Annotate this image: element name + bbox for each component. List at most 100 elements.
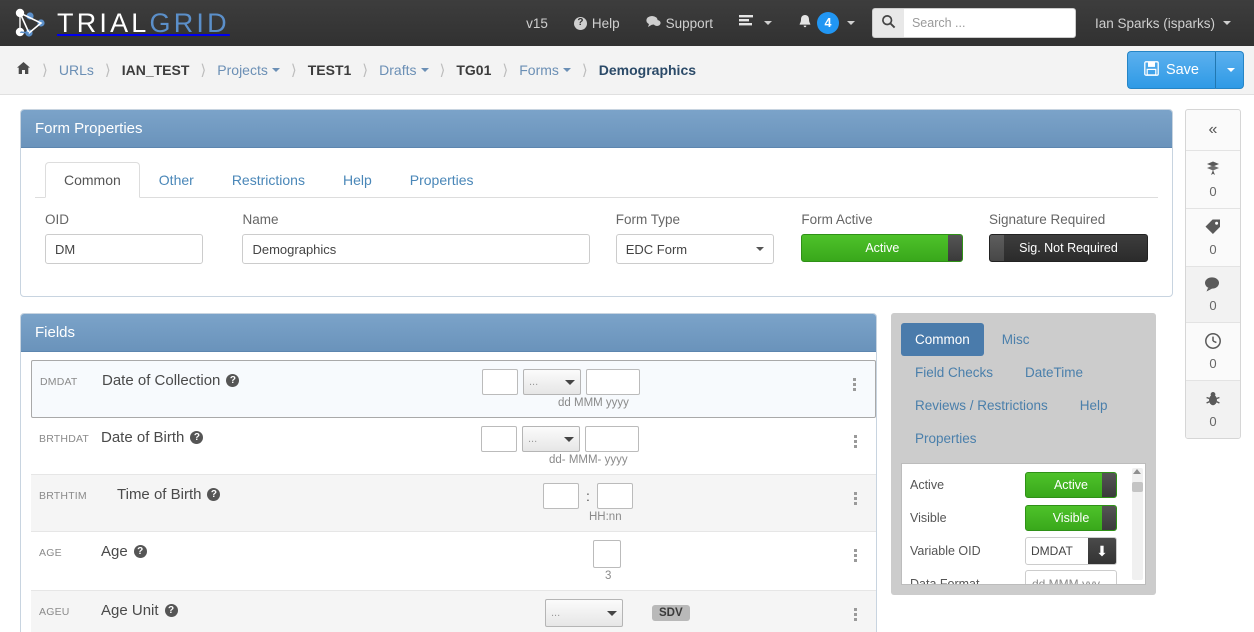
tab-common[interactable]: Common [901,323,984,356]
row-menu-icon[interactable] [844,599,866,621]
tab-datetime[interactable]: DateTime [1011,356,1097,389]
breadcrumb-item-urls[interactable]: URLs [57,62,96,78]
table-row[interactable]: AGE Age ? 3 [31,532,876,591]
help-icon[interactable]: ? [207,488,221,501]
variable-oid-input-group[interactable]: DMDAT ⬇ [1025,537,1117,565]
active-toggle[interactable]: Active [1025,472,1117,498]
table-row[interactable]: BRTHTIM Time of Birth ? : HH:nn [31,475,876,532]
tab-properties[interactable]: Properties [901,422,991,455]
main-column: Form Properties Common Other Restriction… [0,109,1173,632]
save-dropdown-toggle[interactable] [1216,51,1244,89]
scrollbar-thumb[interactable] [1132,482,1143,492]
date-year-input[interactable] [586,369,640,395]
rail-item-comments[interactable]: 0 [1186,267,1240,323]
tab-help[interactable]: Help [324,162,391,198]
right-icon-rail: « 0 0 0 0 0 [1185,109,1241,439]
field-control: ... dd MMM yyyy [482,369,843,409]
breadcrumb-item-projects[interactable]: Projects [215,62,282,78]
breadcrumb-label: Drafts [379,62,417,78]
row-menu-icon[interactable] [844,426,866,448]
notifications-menu[interactable]: 4 [785,0,868,46]
support-link[interactable]: Support [633,0,726,46]
field-oid: AGEU [39,606,70,618]
property-row-active: Active Active [910,472,1137,498]
breadcrumb-item-drafts[interactable]: Drafts [377,62,430,78]
form-properties-body: Common Other Restrictions Help Propertie… [21,148,1172,296]
breadcrumb-item-ian-test[interactable]: IAN_TEST [120,62,192,78]
visible-toggle-label: Visible [1052,511,1090,525]
help-icon[interactable]: ? [190,431,204,444]
date-month-select[interactable]: ... [522,426,580,452]
rail-item-actions[interactable]: 0 [1186,151,1240,209]
row-menu-icon[interactable] [844,540,866,562]
tab-misc[interactable]: Misc [988,323,1044,356]
date-day-input[interactable] [482,369,518,395]
data-format-input[interactable]: dd MMM yyy [1025,570,1117,584]
search-input[interactable] [903,8,1076,38]
property-value: Visible [1025,505,1137,531]
signature-required-toggle[interactable]: Sig. Not Required [988,234,1148,262]
visible-toggle[interactable]: Visible [1025,505,1117,531]
breadcrumb-item-tg01[interactable]: TG01 [454,62,493,78]
scroll-up-icon[interactable] [1133,469,1141,474]
arrow-down-icon[interactable]: ⬇ [1088,538,1116,564]
breadcrumb-separator: ⟩ [581,62,588,79]
breadcrumb-home[interactable] [14,61,33,79]
user-menu[interactable]: Ian Sparks (isparks) [1082,0,1244,46]
table-row[interactable]: BRTHDAT Date of Birth ? ... dd- MMM- yyy… [31,418,876,475]
number-control [593,540,844,568]
reports-menu[interactable] [726,0,785,46]
name-input[interactable] [242,234,591,264]
row-menu-icon[interactable] [843,369,865,391]
row-menu-icon[interactable] [844,483,866,505]
form-active-label: Form Active [801,212,873,227]
tab-other[interactable]: Other [140,162,213,198]
form-type-select[interactable]: EDC Form [615,234,774,264]
brand-logo-link[interactable]: TRIALGRID [14,7,230,39]
oid-field-group: OID [45,212,242,264]
form-properties-fields: OID Name Form Type EDC Form [35,198,1158,282]
property-label: Active [910,478,945,492]
rail-item-count: 0 [1209,242,1217,257]
tab-field-checks[interactable]: Field Checks [901,356,1007,389]
breadcrumb-separator: ⟩ [502,62,509,79]
search-icon [881,14,896,32]
help-icon[interactable]: ? [226,374,240,387]
collapse-rail-button[interactable]: « [1186,110,1240,151]
signature-required-group: Signature Required Sig. Not Required [988,212,1148,264]
time-hour-input[interactable] [543,483,579,509]
chevron-down-icon [562,68,571,72]
tab-help[interactable]: Help [1066,389,1122,422]
form-active-value: Active [865,241,900,255]
chevron-down-icon [763,21,772,25]
oid-input[interactable] [45,234,203,264]
tab-properties[interactable]: Properties [391,162,493,198]
save-button[interactable]: Save [1126,51,1216,89]
help-icon[interactable]: ? [164,604,178,617]
table-row[interactable]: AGEU Age Unit ? ... SDV [31,591,876,632]
properties-scrollbar[interactable] [1132,468,1143,580]
form-properties-title: Form Properties [21,110,1172,148]
table-row[interactable]: DMDAT Date of Collection ? ... dd MMM yy… [31,360,876,418]
form-properties-panel: Form Properties Common Other Restriction… [20,109,1173,297]
date-year-input[interactable] [585,426,639,452]
tab-common[interactable]: Common [45,162,140,198]
help-icon[interactable]: ? [133,545,147,558]
rail-item-tags[interactable]: 0 [1186,209,1240,267]
age-unit-select[interactable]: ... [545,599,623,627]
date-month-select[interactable]: ... [523,369,581,395]
time-minute-input[interactable] [596,483,633,509]
breadcrumb-item-test1[interactable]: TEST1 [306,62,354,78]
fields-list: DMDAT Date of Collection ? ... dd MMM yy… [21,352,876,632]
breadcrumb-label: Projects [217,62,268,78]
help-link[interactable]: ? Help [561,0,633,46]
rail-item-history[interactable]: 0 [1186,323,1240,381]
search-button[interactable] [871,8,904,38]
tab-reviews-restrictions[interactable]: Reviews / Restrictions [901,389,1062,422]
date-day-input[interactable] [481,426,517,452]
rail-item-issues[interactable]: 0 [1186,381,1240,438]
form-active-toggle[interactable]: Active [801,234,964,262]
age-input[interactable] [593,540,621,568]
breadcrumb-item-forms[interactable]: Forms [517,62,573,78]
tab-restrictions[interactable]: Restrictions [213,162,324,198]
